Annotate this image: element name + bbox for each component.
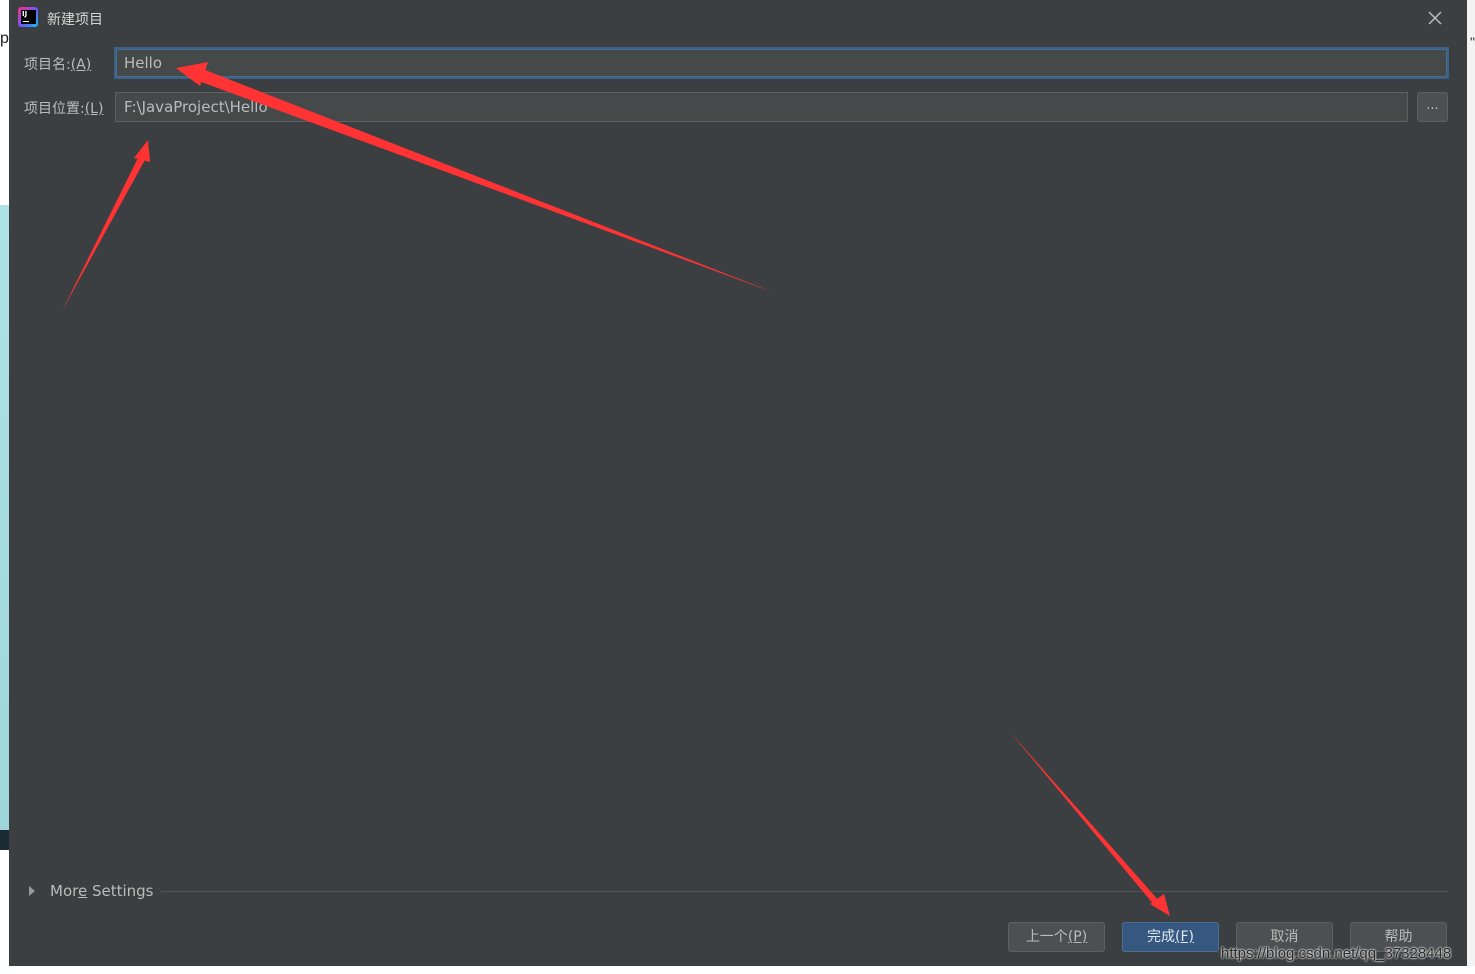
more-settings-label: More Settings [50, 882, 154, 900]
project-name-input[interactable] [114, 47, 1449, 79]
more-settings-toggle[interactable]: More Settings [29, 880, 154, 902]
project-location-mnemonic: (L) [84, 101, 104, 117]
finish-button-label: 完成 [1147, 929, 1175, 945]
project-location-label-text: 项目位置: [24, 101, 85, 117]
close-button[interactable] [1425, 8, 1445, 28]
background-right [1467, 0, 1475, 974]
previous-button-mnemonic: (P) [1067, 929, 1088, 945]
more-settings-mnemonic: e [77, 882, 88, 900]
background-bottom [0, 966, 1475, 974]
more-settings-prefix: Mor [50, 882, 78, 900]
background-right-text: " [1470, 34, 1475, 50]
previous-button-label: 上一个 [1025, 929, 1068, 945]
watermark-text: https://blog.csdn.net/qq_37328448 [1221, 945, 1452, 962]
more-settings-separator [161, 891, 1448, 892]
finish-button-mnemonic: (F) [1175, 929, 1194, 945]
triangle-right-icon [29, 886, 35, 896]
dialog-title: 新建项目 [47, 12, 103, 28]
project-name-mnemonic: (A) [70, 57, 92, 73]
project-location-label: 项目位置:(L) [24, 98, 103, 118]
close-icon [1428, 11, 1442, 25]
previous-button[interactable]: 上一个(P) [1008, 922, 1105, 952]
intellij-idea-icon: IJ [18, 7, 38, 27]
new-project-dialog: IJ 新建项目 项目名:(A) 项目位置:(L) ... More Settin… [9, 0, 1467, 966]
finish-button[interactable]: 完成(F) [1122, 922, 1219, 952]
dialog-titlebar: IJ 新建项目 [9, 0, 1467, 36]
project-location-input[interactable] [115, 92, 1408, 122]
more-settings-suffix: Settings [87, 882, 154, 900]
cancel-button-label: 取消 [1270, 929, 1299, 945]
browse-button[interactable]: ... [1417, 92, 1448, 122]
project-name-label-text: 项目名: [24, 57, 71, 73]
help-button-label: 帮助 [1384, 929, 1413, 945]
project-name-label: 项目名:(A) [24, 54, 91, 74]
